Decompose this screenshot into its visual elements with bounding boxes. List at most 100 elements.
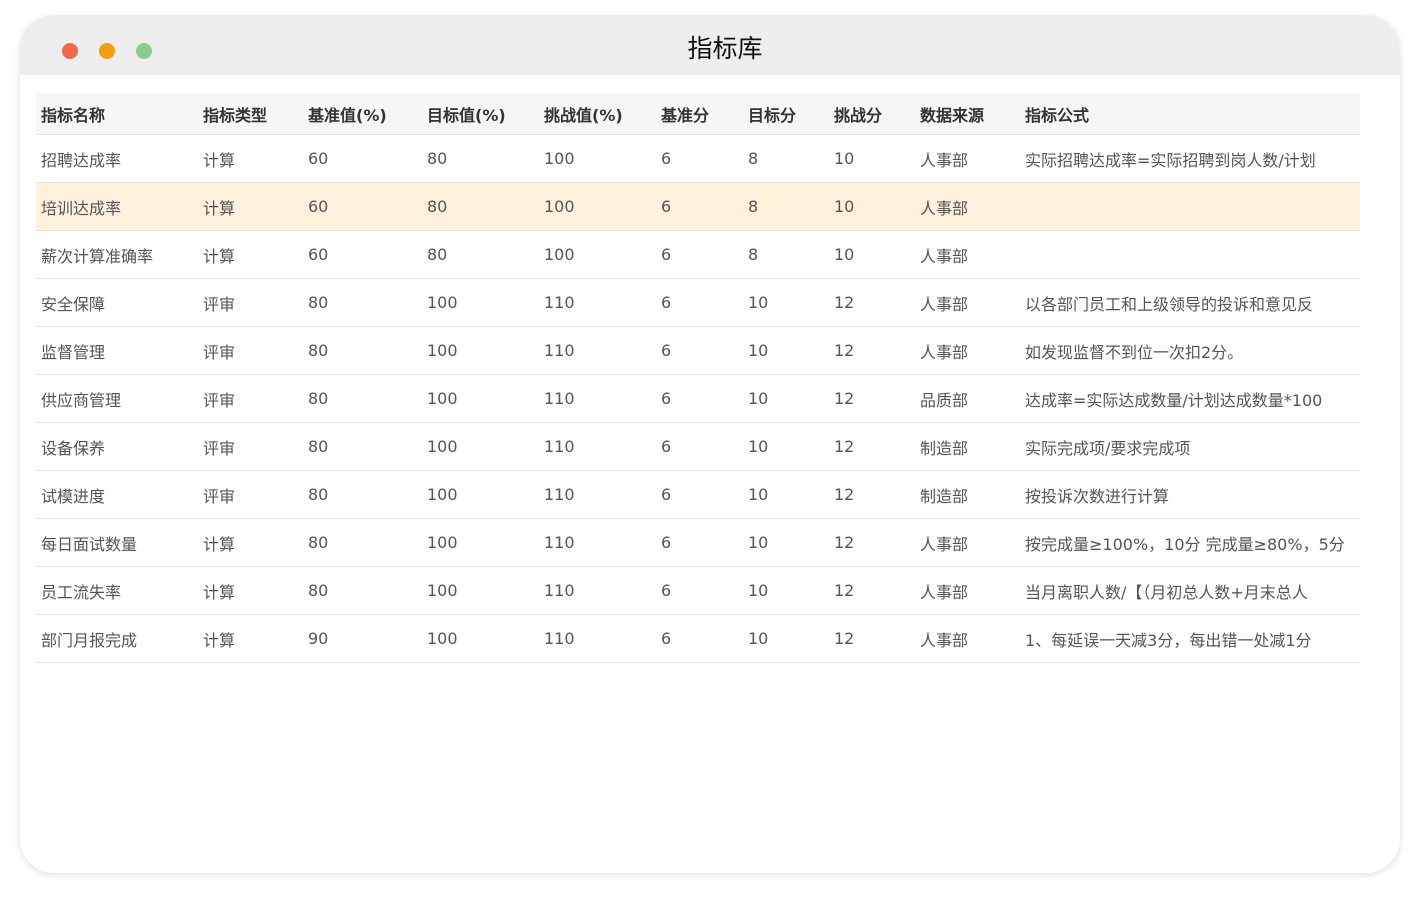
cell-baseline-score: 6 (656, 566, 743, 615)
cell-data-source: 人事部 (915, 518, 1020, 567)
cell-target-score: 10 (743, 566, 829, 615)
cell-formula: 实际完成项/要求完成项 (1020, 422, 1360, 471)
table-row[interactable]: 薪次计算准确率 计算 60 80 100 6 8 10 人事部 (36, 230, 1360, 279)
cell-formula: 当月离职人数/【（月初总人数+月末总人 (1020, 566, 1360, 615)
table-row[interactable]: 供应商管理 评审 80 100 110 6 10 12 品质部 达成率=实际达成数量/计划达成数量… (36, 374, 1360, 423)
cell-data-source: 人事部 (915, 566, 1020, 615)
header-data-source[interactable]: 数据来源 (915, 93, 1020, 135)
cell-data-source: 制造部 (915, 470, 1020, 519)
cell-indicator-type: 计算 (198, 134, 303, 183)
cell-target-value: 100 (422, 278, 539, 327)
header-target-value[interactable]: 目标值(%) (422, 93, 539, 135)
table-row[interactable]: 试模进度 评审 80 100 110 6 10 12 制造部 按投诉次数进行计算 (36, 470, 1360, 519)
table-row[interactable]: 安全保障 评审 80 100 110 6 10 12 人事部 以各部门员工和上级领导的投诉和意见反 (36, 278, 1360, 327)
table-row[interactable]: 部门月报完成 计算 90 100 110 6 10 12 人事部 1、每延误一天减3分，每出错一处… (36, 614, 1360, 663)
cell-challenge-value: 110 (539, 374, 656, 423)
cell-indicator-type: 计算 (198, 614, 303, 663)
cell-data-source: 人事部 (915, 278, 1020, 327)
table-row[interactable]: 每日面试数量 计算 80 100 110 6 10 12 人事部 按完成量≥100%，10分 完成… (36, 518, 1360, 567)
cell-indicator-name: 监督管理 (36, 326, 198, 375)
cell-challenge-value: 100 (539, 134, 656, 183)
indicator-table: 指标名称 指标类型 基准值(%) 目标值(%) 挑战值(%) 基准分 目标分 挑… (36, 93, 1360, 663)
header-target-score[interactable]: 目标分 (743, 93, 829, 135)
header-formula[interactable]: 指标公式 (1020, 93, 1360, 135)
cell-baseline-value: 90 (303, 614, 422, 663)
cell-indicator-name: 部门月报完成 (36, 614, 198, 663)
cell-data-source: 人事部 (915, 134, 1020, 183)
cell-baseline-value: 80 (303, 326, 422, 375)
cell-challenge-value: 110 (539, 422, 656, 471)
cell-indicator-name: 员工流失率 (36, 566, 198, 615)
cell-indicator-name: 每日面试数量 (36, 518, 198, 567)
cell-challenge-value: 100 (539, 230, 656, 279)
header-baseline-score[interactable]: 基准分 (656, 93, 743, 135)
cell-target-value: 100 (422, 566, 539, 615)
cell-challenge-score: 12 (829, 422, 915, 471)
header-indicator-name[interactable]: 指标名称 (36, 93, 198, 135)
cell-challenge-score: 12 (829, 374, 915, 423)
cell-challenge-value: 110 (539, 278, 656, 327)
cell-challenge-score: 10 (829, 182, 915, 231)
table-header-row: 指标名称 指标类型 基准值(%) 目标值(%) 挑战值(%) 基准分 目标分 挑… (36, 93, 1360, 135)
cell-challenge-score: 10 (829, 230, 915, 279)
header-challenge-score[interactable]: 挑战分 (829, 93, 915, 135)
cell-challenge-value: 110 (539, 518, 656, 567)
window-title: 指标库 (687, 34, 763, 63)
cell-baseline-value: 80 (303, 470, 422, 519)
cell-challenge-value: 110 (539, 470, 656, 519)
header-indicator-type[interactable]: 指标类型 (198, 93, 303, 135)
header-baseline-value[interactable]: 基准值(%) (303, 93, 422, 135)
cell-baseline-score: 6 (656, 182, 743, 231)
cell-target-value: 100 (422, 614, 539, 663)
cell-target-value: 100 (422, 374, 539, 423)
cell-challenge-score: 10 (829, 134, 915, 183)
cell-target-score: 8 (743, 230, 829, 279)
cell-challenge-value: 100 (539, 182, 656, 231)
cell-formula (1020, 182, 1360, 231)
cell-indicator-name: 招聘达成率 (36, 134, 198, 183)
cell-indicator-type: 计算 (198, 182, 303, 231)
cell-challenge-score: 12 (829, 518, 915, 567)
cell-formula: 按完成量≥100%，10分 完成量≥80%，5分 (1020, 518, 1360, 567)
cell-challenge-score: 12 (829, 614, 915, 663)
cell-indicator-type: 计算 (198, 518, 303, 567)
cell-formula: 1、每延误一天减3分，每出错一处减1分 (1020, 614, 1360, 663)
cell-formula: 实际招聘达成率=实际招聘到岗人数/计划 (1020, 134, 1360, 183)
cell-target-value: 80 (422, 230, 539, 279)
cell-target-score: 10 (743, 470, 829, 519)
cell-indicator-type: 评审 (198, 422, 303, 471)
cell-indicator-name: 供应商管理 (36, 374, 198, 423)
header-challenge-value[interactable]: 挑战值(%) (539, 93, 656, 135)
cell-challenge-score: 12 (829, 470, 915, 519)
cell-baseline-value: 80 (303, 518, 422, 567)
app-window: 指标库 指标名称 指标类型 基准值(%) 目标值(%) 挑战值(%) 基准分 目… (20, 15, 1400, 873)
table-row[interactable]: 招聘达成率 计算 60 80 100 6 8 10 人事部 实际招聘达成率=实际招聘到岗人数/计划 (36, 134, 1360, 183)
cell-target-value: 100 (422, 326, 539, 375)
table-row[interactable]: 培训达成率 计算 60 80 100 6 8 10 人事部 (36, 182, 1360, 231)
cell-baseline-value: 80 (303, 566, 422, 615)
cell-target-score: 10 (743, 278, 829, 327)
cell-challenge-score: 12 (829, 326, 915, 375)
cell-data-source: 人事部 (915, 230, 1020, 279)
cell-formula: 以各部门员工和上级领导的投诉和意见反 (1020, 278, 1360, 327)
cell-target-value: 80 (422, 182, 539, 231)
cell-indicator-name: 试模进度 (36, 470, 198, 519)
table-row[interactable]: 设备保养 评审 80 100 110 6 10 12 制造部 实际完成项/要求完成项 (36, 422, 1360, 471)
cell-indicator-type: 计算 (198, 566, 303, 615)
cell-formula: 按投诉次数进行计算 (1020, 470, 1360, 519)
cell-indicator-type: 评审 (198, 470, 303, 519)
cell-target-value: 80 (422, 134, 539, 183)
table-row[interactable]: 员工流失率 计算 80 100 110 6 10 12 人事部 当月离职人数/【（月初总人数+月末… (36, 566, 1360, 615)
cell-baseline-value: 80 (303, 374, 422, 423)
cell-baseline-value: 80 (303, 278, 422, 327)
cell-formula: 如发现监督不到位一次扣2分。 (1020, 326, 1360, 375)
cell-baseline-score: 6 (656, 422, 743, 471)
cell-target-score: 8 (743, 134, 829, 183)
cell-baseline-value: 60 (303, 230, 422, 279)
cell-baseline-value: 60 (303, 182, 422, 231)
cell-indicator-type: 评审 (198, 278, 303, 327)
cell-baseline-value: 60 (303, 134, 422, 183)
cell-data-source: 人事部 (915, 326, 1020, 375)
table-row[interactable]: 监督管理 评审 80 100 110 6 10 12 人事部 如发现监督不到位一次扣2分。 (36, 326, 1360, 375)
indicator-table-container[interactable]: 指标名称 指标类型 基准值(%) 目标值(%) 挑战值(%) 基准分 目标分 挑… (36, 93, 1360, 693)
